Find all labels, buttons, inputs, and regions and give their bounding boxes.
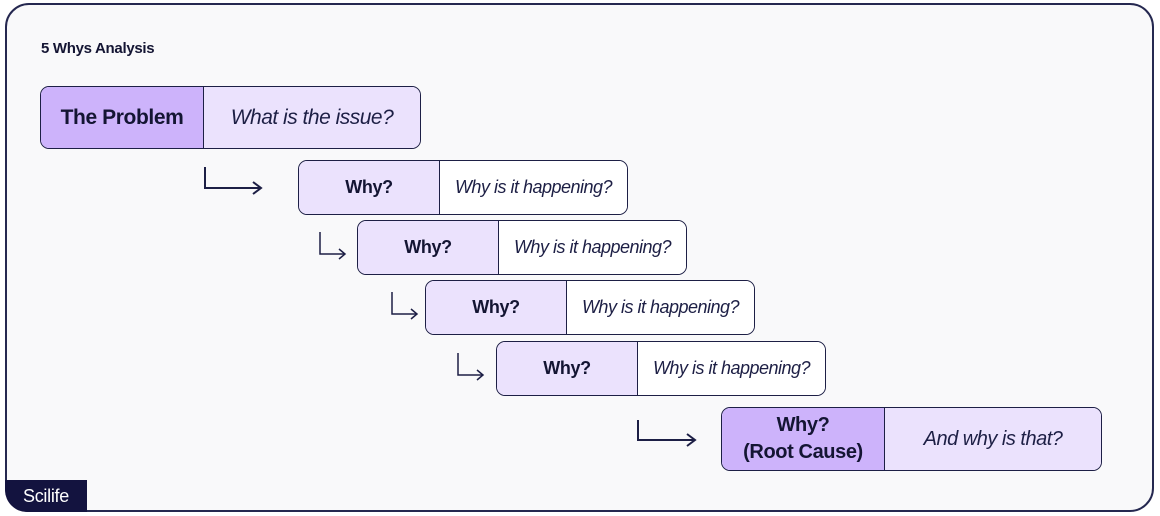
why-question-3: Why is it happening? [567,281,754,334]
why-box-2: Why? Why is it happening? [357,220,687,275]
brand-logo: Scilife [5,480,87,512]
arrow-icon [319,232,347,260]
root-cause-label-line2: (Root Cause) [743,441,863,463]
root-cause-box: Why? (Root Cause) And why is that? [721,407,1102,471]
why-label-4: Why? [497,342,638,395]
diagram-title: 5 Whys Analysis [41,40,155,57]
arrow-icon [204,167,263,195]
why-label-2: Why? [358,221,499,274]
root-cause-label: Why? (Root Cause) [722,408,885,470]
why-question-1: Why is it happening? [440,161,627,214]
why-label-3: Why? [426,281,567,334]
why-question-4: Why is it happening? [638,342,825,395]
arrow-icon [637,420,697,447]
arrow-icon [391,292,419,320]
why-question-2: Why is it happening? [499,221,686,274]
why-box-1: Why? Why is it happening? [298,160,628,215]
problem-label: The Problem [41,87,204,148]
root-cause-question: And why is that? [885,408,1101,470]
problem-box: The Problem What is the issue? [40,86,421,149]
why-label-1: Why? [299,161,440,214]
why-box-3: Why? Why is it happening? [425,280,755,335]
why-box-4: Why? Why is it happening? [496,341,826,396]
problem-question: What is the issue? [204,87,420,148]
arrow-icon [457,353,485,381]
root-cause-label-line1: Why? [776,414,830,436]
